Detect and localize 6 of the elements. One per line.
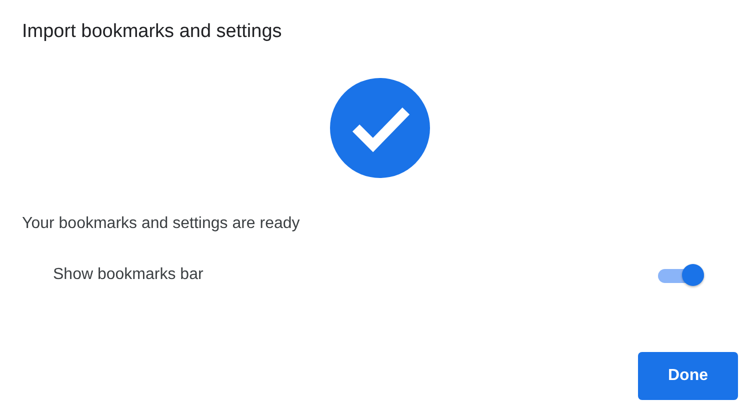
toggle-switch[interactable] [658, 264, 704, 286]
status-message: Your bookmarks and settings are ready [22, 214, 301, 234]
checkmark-icon [330, 78, 430, 178]
dialog-title: Import bookmarks and settings [22, 20, 283, 44]
done-button[interactable]: Done [638, 352, 738, 400]
setting-label: Show bookmarks bar [53, 266, 204, 284]
